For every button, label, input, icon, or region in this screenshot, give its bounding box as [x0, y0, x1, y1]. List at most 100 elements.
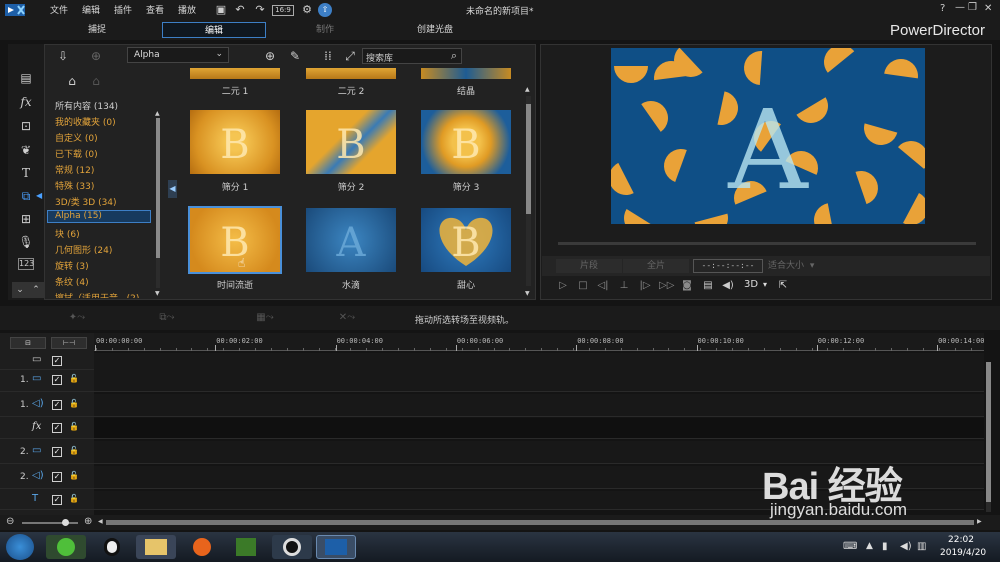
- tray-expand-icon[interactable]: ▲: [866, 541, 873, 551]
- close-button[interactable]: ✕: [984, 3, 992, 14]
- menu-view[interactable]: 查看: [146, 3, 164, 16]
- transition-thumbnail[interactable]: B: [421, 208, 511, 272]
- overlap-transition-icon[interactable]: ✕⤳: [332, 311, 362, 325]
- menu-edit[interactable]: 编辑: [82, 3, 100, 16]
- transition-thumbnail[interactable]: B: [421, 110, 511, 174]
- transition-thumbnail[interactable]: B: [306, 110, 396, 174]
- category-item[interactable]: 擦拭（适用于音.. (2): [55, 291, 139, 298]
- undo-icon[interactable]: ↶: [233, 3, 247, 17]
- transition-thumbnail[interactable]: A: [306, 208, 396, 272]
- zoom-slider[interactable]: [22, 522, 78, 524]
- search-input[interactable]: 搜索库 ⌕: [362, 48, 462, 64]
- category-item[interactable]: 常规 (12): [55, 163, 94, 176]
- collapse-up-icon[interactable]: ⌄: [12, 282, 28, 298]
- redo-icon[interactable]: ↷: [253, 3, 267, 17]
- track-enable-checkbox[interactable]: ✓: [52, 495, 62, 505]
- expand-up-icon[interactable]: ⌃: [28, 282, 44, 298]
- lock-icon[interactable]: 🔓: [69, 399, 79, 409]
- pip-room-icon[interactable]: ⊡: [18, 118, 34, 134]
- snapshot-icon[interactable]: ◙: [680, 279, 694, 293]
- category-item[interactable]: 已下载 (0): [55, 147, 98, 160]
- collapse-categories-button[interactable]: ◀: [168, 180, 177, 198]
- library-scrollbar[interactable]: [526, 96, 531, 286]
- scroll-up-icon[interactable]: ▲: [155, 110, 160, 117]
- scroll-left-icon[interactable]: ◀: [98, 518, 103, 525]
- particle-room-icon[interactable]: ❦: [18, 142, 34, 158]
- settings-icon[interactable]: ⚙: [300, 3, 314, 17]
- fx-room-icon[interactable]: fx: [18, 94, 34, 110]
- track-enable-checkbox[interactable]: ✓: [52, 375, 62, 385]
- maximize-button[interactable]: ❐: [968, 2, 977, 13]
- timeline-view-button[interactable]: ⊟: [10, 337, 46, 349]
- aspect-ratio-icon[interactable]: 16:9: [272, 5, 294, 16]
- lock-icon[interactable]: 🔓: [69, 494, 79, 504]
- grid-view-icon[interactable]: ⁞⁞: [320, 48, 336, 64]
- zoom-out-icon[interactable]: ⊖: [6, 516, 14, 527]
- tag-remove-icon[interactable]: ⌂: [88, 73, 104, 89]
- taskbar-app-firefox[interactable]: [182, 535, 222, 559]
- category-item[interactable]: 自定义 (0): [55, 131, 98, 144]
- start-button[interactable]: [6, 534, 34, 560]
- edit-icon[interactable]: ✎: [287, 48, 303, 64]
- taskbar-app-player[interactable]: [226, 535, 266, 559]
- category-item[interactable]: 3D/类 3D (34): [55, 195, 117, 208]
- title-room-icon[interactable]: T: [18, 165, 34, 181]
- media-room-icon[interactable]: ▤: [18, 70, 34, 86]
- tray-volume-icon[interactable]: ◀): [900, 541, 912, 552]
- taskbar-app-qq[interactable]: [92, 535, 132, 559]
- timeline-track[interactable]: [94, 353, 984, 369]
- save-icon[interactable]: ▣: [214, 3, 228, 17]
- split-icon[interactable]: ⊥: [617, 279, 631, 293]
- tag-add-icon[interactable]: ⌂: [64, 73, 80, 89]
- track-enable-checkbox[interactable]: ✓: [52, 356, 62, 366]
- transition-thumbnail[interactable]: [306, 68, 396, 79]
- library-dropdown[interactable]: Alpha ⌄: [127, 47, 229, 63]
- tray-time[interactable]: 22:02: [948, 535, 974, 545]
- lock-icon[interactable]: 🔓: [69, 471, 79, 481]
- volume-icon[interactable]: ◀): [721, 279, 735, 293]
- transition-thumbnail[interactable]: B: [188, 206, 282, 274]
- menu-file[interactable]: 文件: [50, 3, 68, 16]
- undock-icon[interactable]: ⇱: [776, 279, 790, 293]
- timeline-track[interactable]: [94, 394, 984, 416]
- play-icon[interactable]: ▷: [556, 279, 570, 293]
- lock-icon[interactable]: 🔓: [69, 374, 79, 384]
- category-scrollbar[interactable]: [156, 118, 160, 288]
- mode-3d-button[interactable]: 3D: [744, 279, 758, 290]
- track-enable-checkbox[interactable]: ✓: [52, 472, 62, 482]
- transition-thumbnail[interactable]: [421, 68, 511, 79]
- track-enable-checkbox[interactable]: ✓: [52, 400, 62, 410]
- help-button[interactable]: ?: [940, 3, 945, 14]
- fast-forward-icon[interactable]: ▷▷: [659, 279, 674, 293]
- timeline-track[interactable]: [94, 418, 984, 438]
- menu-plugins[interactable]: 插件: [114, 3, 132, 16]
- add-to-timeline-icon[interactable]: ⊕: [262, 48, 278, 64]
- expand-icon[interactable]: ⤢: [342, 48, 358, 64]
- next-frame-icon[interactable]: |▷: [638, 279, 652, 293]
- category-item[interactable]: 特殊 (33): [55, 179, 94, 192]
- lock-icon[interactable]: 🔓: [69, 446, 79, 456]
- tray-network-icon[interactable]: ▥: [917, 541, 926, 552]
- transition-room-icon[interactable]: ⧉: [18, 188, 34, 204]
- fit-size-dropdown[interactable]: 适合大小 ▾: [768, 259, 826, 273]
- clip-mode-button[interactable]: 片段: [556, 259, 622, 273]
- category-item[interactable]: 我的收藏夹 (0): [55, 115, 116, 128]
- transition-thumbnail[interactable]: B: [190, 110, 280, 174]
- timeline-vscrollbar[interactable]: [986, 362, 991, 512]
- minimize-button[interactable]: —: [955, 2, 965, 13]
- search-icon[interactable]: ⌕: [451, 49, 457, 63]
- taskbar-app-explorer[interactable]: [136, 535, 176, 559]
- timeline-track[interactable]: [94, 369, 984, 391]
- stop-icon[interactable]: □: [576, 279, 590, 293]
- tab-edit[interactable]: 编辑: [162, 22, 266, 38]
- tray-keyboard-icon[interactable]: ⌨: [843, 541, 857, 552]
- category-item[interactable]: 几何图形 (24): [55, 243, 112, 256]
- timeline-slider[interactable]: [558, 242, 976, 245]
- globe-icon[interactable]: ⊕: [88, 48, 104, 64]
- storyboard-view-button[interactable]: ⊢⊣: [51, 337, 87, 349]
- add-favorite-transition-icon[interactable]: ✦⤳: [62, 311, 92, 325]
- category-item[interactable]: Alpha (15): [47, 210, 151, 223]
- taskbar-app-360[interactable]: [46, 535, 86, 559]
- menu-play[interactable]: 播放: [178, 3, 196, 16]
- timeline-hscrollbar[interactable]: [106, 520, 974, 525]
